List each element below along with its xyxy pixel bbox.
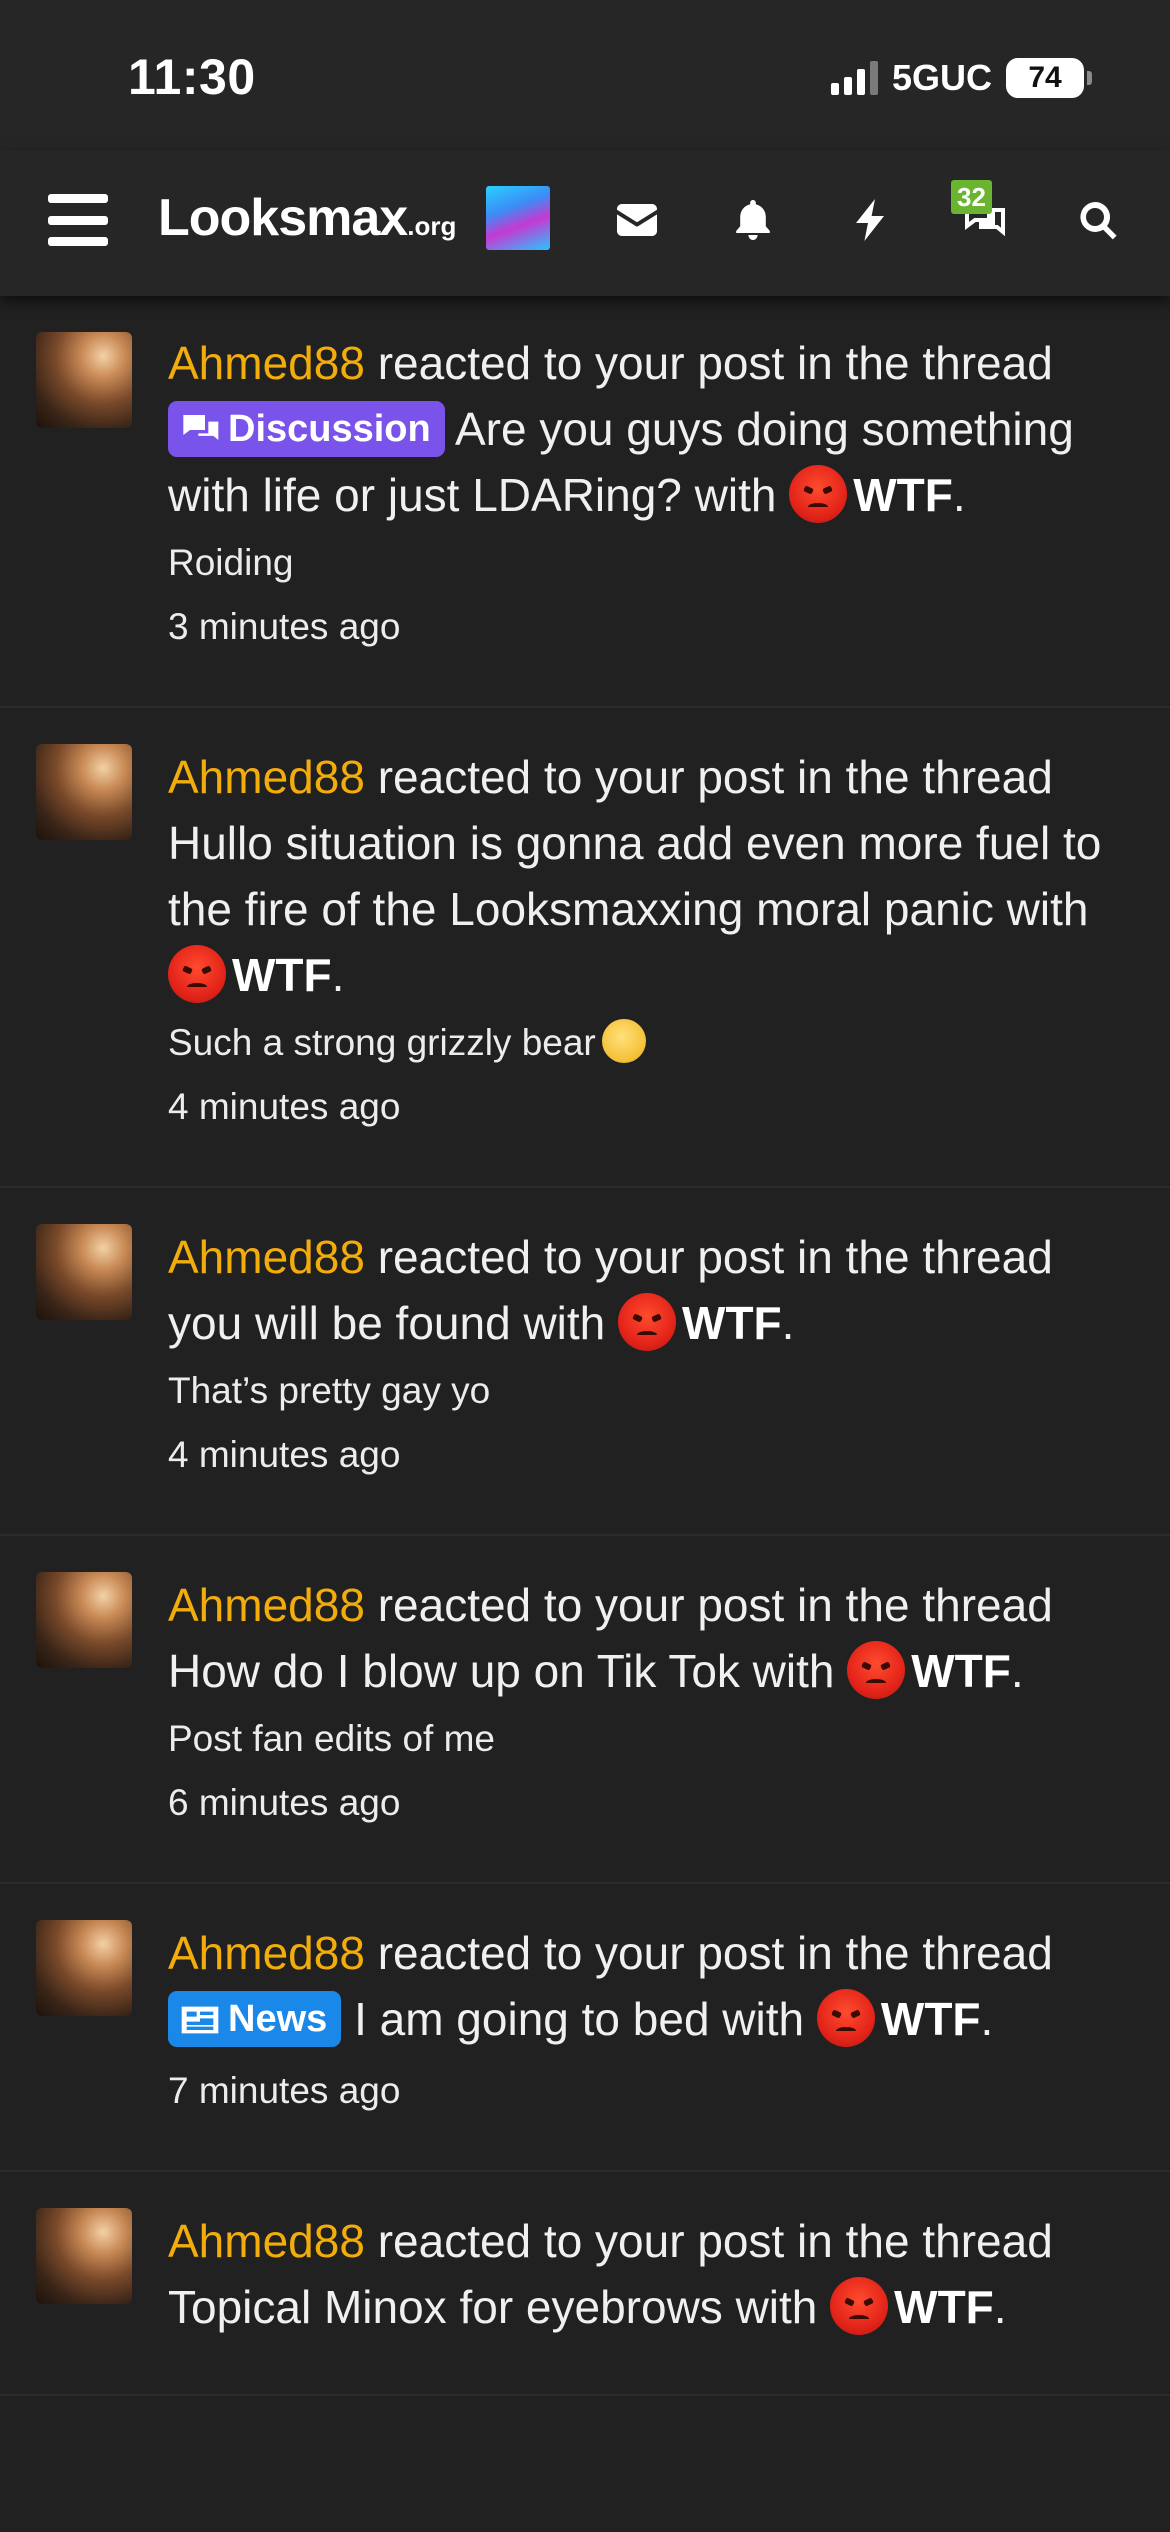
battery-level: 74	[1006, 58, 1084, 98]
alert-verb: reacted to your post in the thread	[377, 337, 1053, 389]
alert-time: 6 minutes ago	[168, 1782, 401, 1823]
alert-headline: Ahmed88 reacted to your post in the thre…	[168, 330, 1134, 528]
alert-verb: reacted to your post in the thread	[377, 1231, 1053, 1283]
angry-face-icon	[847, 1641, 906, 1699]
sentence-period: .	[980, 1993, 994, 2045]
chat-count-badge: 32	[951, 180, 992, 214]
reaction-name: WTF	[894, 2281, 994, 2333]
bell-icon[interactable]	[723, 190, 783, 250]
alert-verb: reacted to your post in the thread	[377, 2215, 1053, 2267]
system-icons: 5GUC 74	[830, 56, 1092, 100]
alert-avatar[interactable]	[36, 1920, 132, 2016]
lightning-icon[interactable]	[840, 190, 900, 250]
alert-username[interactable]: Ahmed88	[168, 1927, 365, 1979]
reaction-name: WTF	[232, 949, 332, 1001]
angry-face-icon	[789, 465, 848, 523]
smiling-face-icon	[601, 1019, 646, 1063]
alert-avatar[interactable]	[36, 1572, 132, 1668]
alert-username[interactable]: Ahmed88	[168, 2215, 365, 2267]
logo-tld: .org	[407, 211, 457, 241]
sentence-period: .	[1010, 1645, 1024, 1697]
thread-prefix-news[interactable]: News	[168, 1991, 342, 2047]
alert-username[interactable]: Ahmed88	[168, 751, 365, 803]
alert-headline: Ahmed88 reacted to your post in the thre…	[168, 744, 1134, 1008]
envelope-icon[interactable]	[607, 190, 667, 250]
newspaper-icon	[180, 1997, 220, 2034]
alert-item[interactable]: Ahmed88 reacted to your post in the thre…	[0, 1884, 1170, 2172]
prefix-label: Discussion	[228, 408, 431, 450]
thread-title[interactable]: I am going to bed with	[354, 1993, 804, 2045]
alert-headline: Ahmed88 reacted to your post in the thre…	[168, 2208, 1134, 2340]
site-logo[interactable]: Looksmax.org	[158, 188, 456, 248]
alert-item[interactable]: Ahmed88 reacted to your post in the thre…	[0, 296, 1170, 708]
alert-item[interactable]: Ahmed88 reacted to your post in the thre…	[0, 2172, 1170, 2396]
thread-title[interactable]: you will be found with	[168, 1297, 605, 1349]
alert-username[interactable]: Ahmed88	[168, 1579, 365, 1631]
battery-icon: 74	[1006, 58, 1092, 98]
sentence-period: .	[993, 2281, 1007, 2333]
angry-face-icon	[830, 2277, 889, 2335]
alert-snippet: Roiding	[168, 542, 294, 583]
alert-item[interactable]: Ahmed88 reacted to your post in the thre…	[0, 1536, 1170, 1884]
alert-headline: Ahmed88 reacted to your post in the thre…	[168, 1920, 1134, 2052]
alert-snippet: Post fan edits of me	[168, 1718, 496, 1759]
thread-prefix-discussion[interactable]: Discussion	[168, 401, 445, 457]
alert-snippet: That’s pretty gay yo	[168, 1370, 491, 1411]
thread-title[interactable]: Hullo situation is gonna add even more f…	[168, 817, 1101, 935]
alert-avatar[interactable]	[36, 1224, 132, 1320]
sentence-period: .	[952, 469, 966, 521]
cellular-signal-icon	[830, 61, 878, 95]
sentence-period: .	[781, 1297, 795, 1349]
menu-icon[interactable]	[48, 194, 108, 246]
alert-snippet: Such a strong grizzly bear	[168, 1018, 1134, 1068]
logo-main: Looksmax	[158, 189, 408, 247]
alerts-list: Ahmed88 reacted to your post in the thre…	[0, 296, 1170, 2396]
prefix-label: News	[228, 1998, 328, 2040]
angry-face-icon	[168, 945, 226, 1003]
alert-time: 3 minutes ago	[168, 606, 401, 647]
alert-item[interactable]: Ahmed88 reacted to your post in the thre…	[0, 708, 1170, 1188]
alert-verb: reacted to your post in the thread	[377, 751, 1053, 803]
reaction-name: WTF	[682, 1297, 782, 1349]
reaction-name: WTF	[853, 469, 953, 521]
alert-avatar[interactable]	[36, 332, 132, 428]
top-nav: Looksmax.org	[0, 150, 1170, 296]
alert-time: 7 minutes ago	[168, 2070, 401, 2111]
angry-face-icon	[816, 1989, 875, 2047]
snippet-text: Such a strong grizzly bear	[168, 1022, 596, 1063]
alert-headline: Ahmed88 reacted to your post in the thre…	[168, 1224, 1134, 1356]
alert-avatar[interactable]	[36, 2208, 132, 2304]
sentence-period: .	[331, 949, 345, 1001]
angry-face-icon	[618, 1293, 677, 1351]
reaction-name: WTF	[880, 1993, 981, 2045]
alert-username[interactable]: Ahmed88	[168, 337, 365, 389]
reaction-name: WTF	[911, 1645, 1011, 1697]
user-avatar[interactable]	[486, 186, 550, 250]
alert-verb: reacted to your post in the thread	[377, 1579, 1053, 1631]
alert-item[interactable]: Ahmed88 reacted to your post in the thre…	[0, 1188, 1170, 1536]
chat-bubbles-icon	[180, 407, 220, 441]
status-bar: 11:30 5GUC 74	[0, 0, 1170, 150]
alert-username[interactable]: Ahmed88	[168, 1231, 365, 1283]
network-type: 5GUC	[891, 57, 992, 98]
status-time: 11:30	[128, 49, 256, 105]
thread-title[interactable]: How do I blow up on Tik Tok with	[168, 1645, 834, 1697]
alert-verb: reacted to your post in the thread	[377, 1927, 1053, 1979]
alert-time: 4 minutes ago	[168, 1434, 401, 1475]
alert-avatar[interactable]	[36, 744, 132, 840]
search-icon[interactable]	[1068, 190, 1128, 250]
alert-time: 4 minutes ago	[168, 1086, 401, 1127]
alert-headline: Ahmed88 reacted to your post in the thre…	[168, 1572, 1134, 1704]
thread-title[interactable]: Topical Minox for eyebrows with	[168, 2281, 817, 2333]
